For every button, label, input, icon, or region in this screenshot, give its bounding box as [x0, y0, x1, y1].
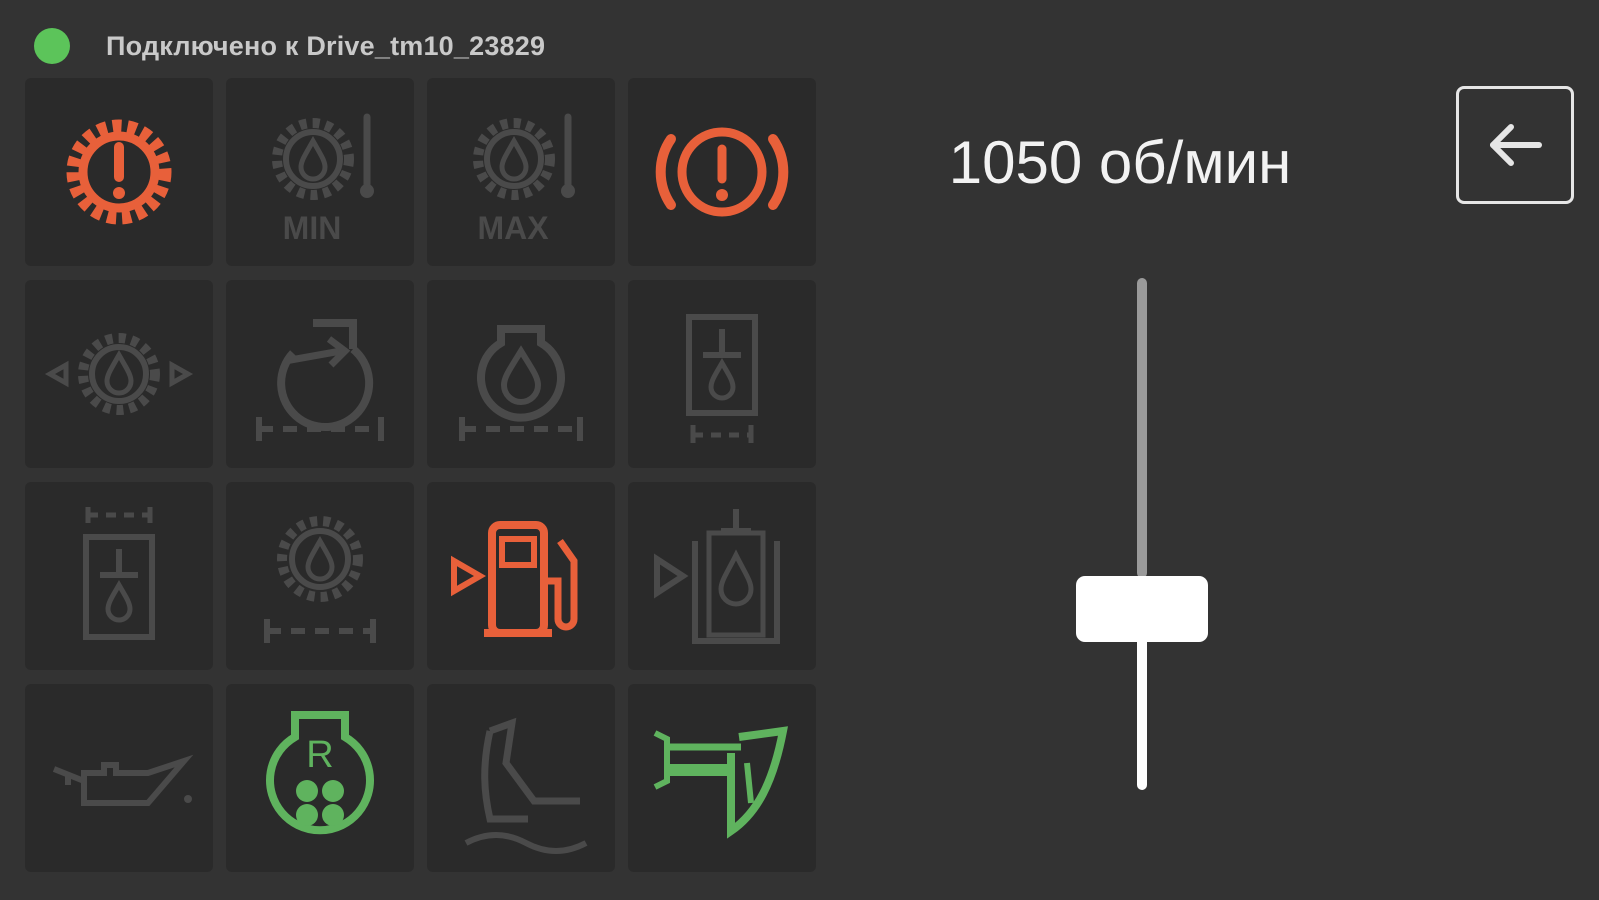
status-indicator-icon — [34, 28, 70, 64]
rpm-slider-track-upper[interactable] — [1137, 278, 1147, 578]
rpm-slider[interactable] — [1074, 278, 1210, 790]
engine-rpm-readout: 1050 об/мин — [948, 129, 1292, 196]
transmission-oil-pressure-icon — [44, 333, 194, 415]
max-label: MAX — [477, 210, 549, 246]
indicator-tile-blade-float[interactable] — [427, 684, 615, 872]
hydraulic-oil-pressure-icon — [654, 509, 780, 644]
ripper-icon — [653, 726, 788, 839]
transmission-oil-level-icon — [264, 516, 376, 643]
indicator-tile-transmission-level[interactable] — [226, 482, 414, 670]
brake-warning-icon — [655, 127, 789, 217]
engine-air-intake-icon — [256, 319, 384, 441]
indicator-grid: MIN MAX R — [25, 78, 816, 872]
indicator-tile-engine-oil[interactable] — [427, 280, 615, 468]
min-label: MIN — [283, 210, 342, 246]
transmission-warning-gear-icon — [66, 119, 172, 225]
indicator-tile-hydraulic-filter[interactable] — [628, 280, 816, 468]
transmission-oil-temp-min-icon: MIN — [272, 113, 374, 246]
indicator-tile-oil-can[interactable] — [25, 684, 213, 872]
indicator-tile-oil-temp-min[interactable]: MIN — [226, 78, 414, 266]
rpm-slider-track-lower[interactable] — [1137, 618, 1147, 790]
indicator-tile-transmission-warning[interactable] — [25, 78, 213, 266]
indicator-tile-oil-pressure[interactable] — [25, 280, 213, 468]
indicator-tile-ripper[interactable] — [628, 684, 816, 872]
back-button[interactable] — [1456, 86, 1574, 204]
indicator-tile-fan-reverse[interactable]: R — [226, 684, 414, 872]
indicator-tile-hydraulic-pressure[interactable] — [628, 482, 816, 670]
fuel-pump-icon — [451, 521, 578, 637]
indicator-tile-brake-warning[interactable] — [628, 78, 816, 266]
indicator-tile-engine-air[interactable] — [226, 280, 414, 468]
hydraulic-oil-level-icon — [83, 507, 155, 640]
rpm-slider-thumb[interactable] — [1076, 576, 1208, 642]
arrow-left-icon — [1490, 124, 1542, 166]
reverse-label: R — [306, 734, 333, 776]
indicator-tile-hydraulic-level[interactable] — [25, 482, 213, 670]
indicator-tile-oil-temp-max[interactable]: MAX — [427, 78, 615, 266]
hydraulic-oil-filter-icon — [686, 314, 758, 443]
oil-can-icon — [52, 754, 194, 806]
engine-oil-icon — [459, 325, 583, 441]
indicator-tile-fuel[interactable] — [427, 482, 615, 670]
connection-status-text: Подключено к Drive_tm10_23829 — [106, 30, 546, 61]
fan-reverse-icon: R — [266, 711, 374, 835]
blade-float-icon — [464, 717, 588, 854]
transmission-oil-temp-max-icon: MAX — [473, 113, 575, 246]
connection-status: Подключено к Drive_tm10_23829 — [34, 28, 545, 64]
